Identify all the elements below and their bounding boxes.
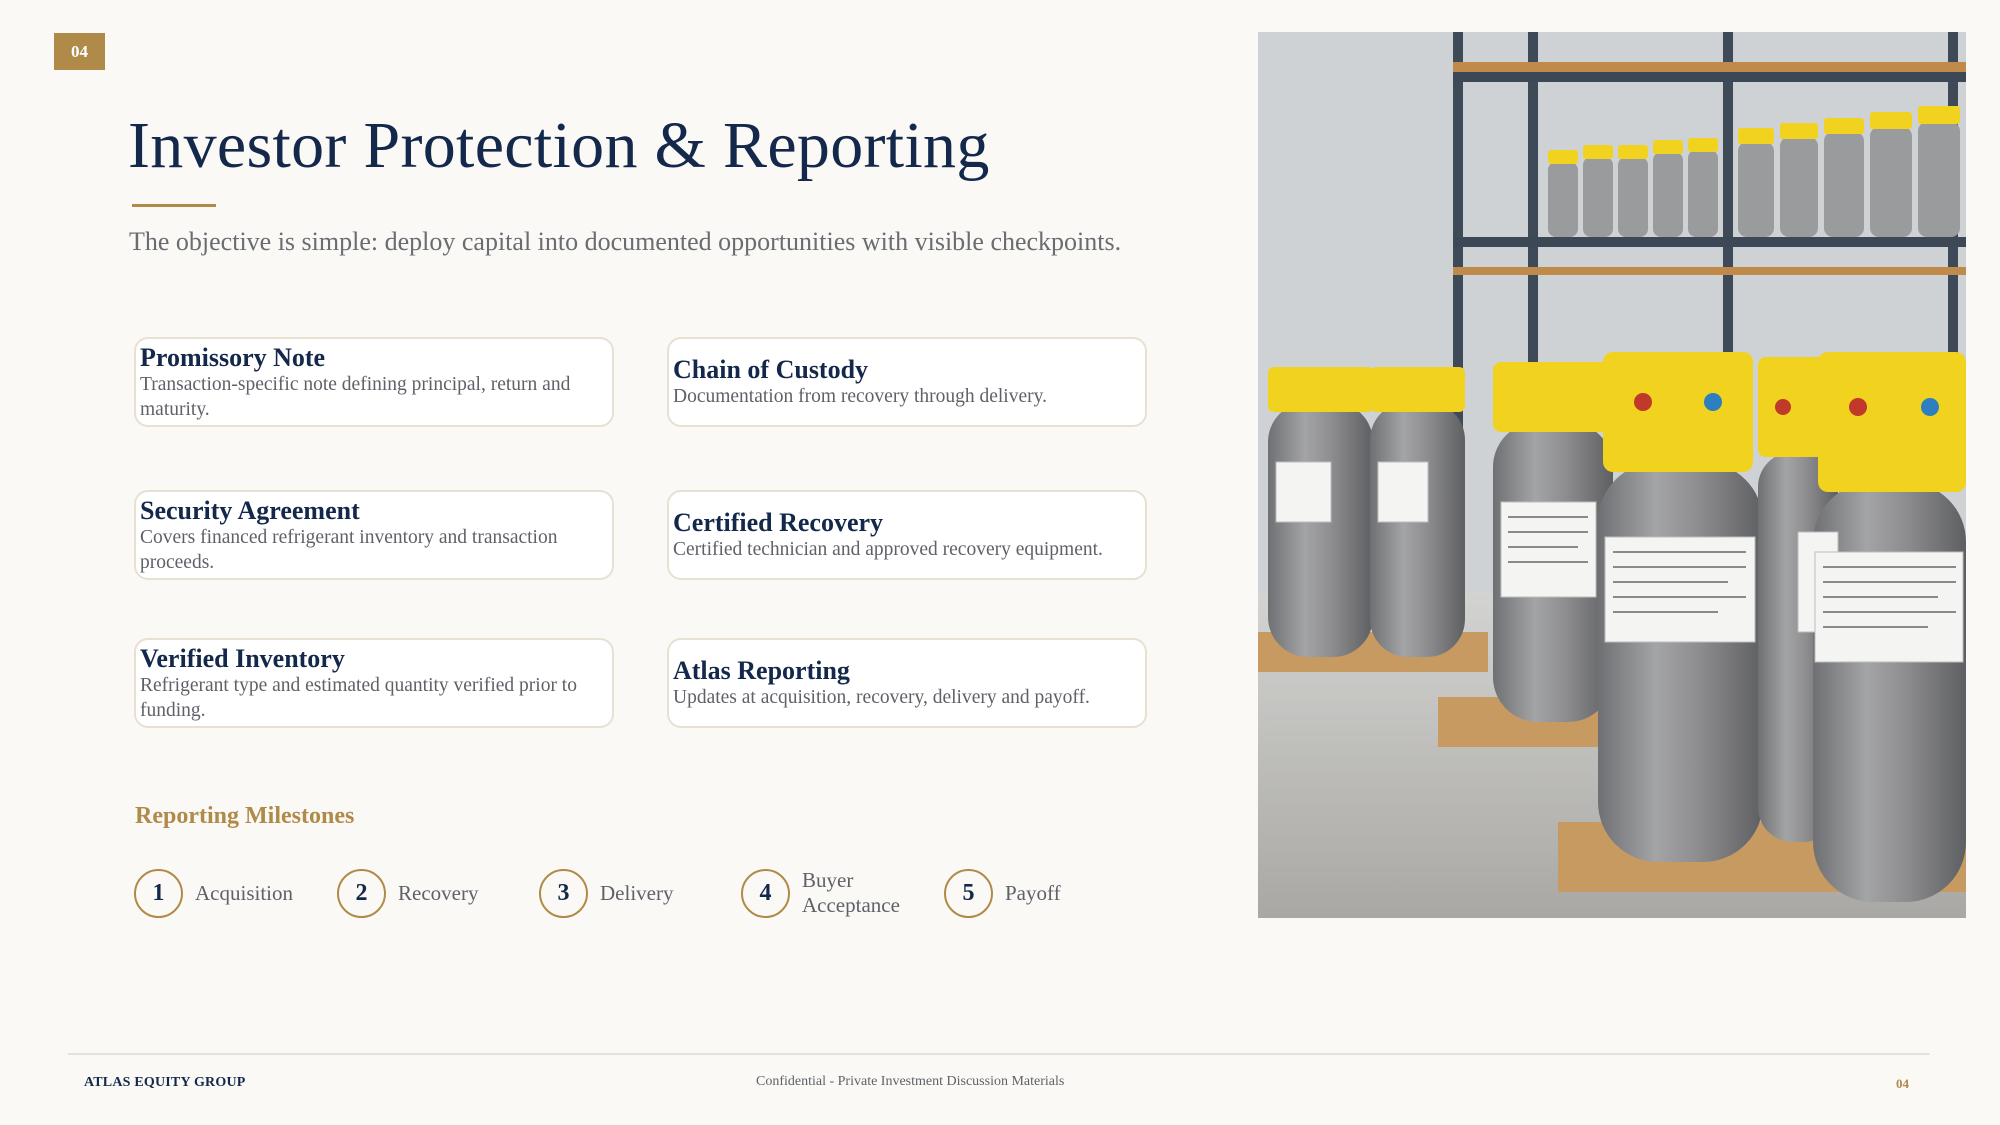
milestone-1: 1 Acquisition	[134, 867, 305, 919]
milestone-label: Acquisition	[195, 880, 293, 905]
warehouse-illustration	[1258, 32, 1966, 918]
card-title: Promissory Note	[140, 342, 326, 372]
milestone-label: Delivery	[600, 880, 674, 905]
milestone-5: 5 Payoff	[944, 867, 1115, 919]
card-promissory-note: Promissory Note Transaction-specific not…	[134, 337, 614, 427]
milestone-2: 2 Recovery	[337, 867, 508, 919]
card-title: Security Agreement	[140, 495, 360, 525]
milestone-number: 5	[944, 868, 993, 918]
card-description: Certified technician and approved recove…	[673, 539, 1103, 560]
milestone-label: Buyer Acceptance	[802, 868, 900, 917]
milestone-number: 2	[337, 868, 386, 918]
footer-page-number: 04	[1896, 1076, 1909, 1091]
milestone-number: 1	[134, 868, 183, 918]
footer-company-name: ATLAS EQUITY GROUP	[84, 1075, 246, 1090]
milestone-label: Payoff	[1005, 880, 1061, 905]
page-number-badge: 04	[54, 33, 105, 70]
title-underline	[132, 204, 216, 207]
milestones-heading: Reporting Milestones	[135, 803, 355, 829]
card-chain-of-custody: Chain of Custody Documentation from reco…	[667, 337, 1147, 427]
milestone-4: 4 Buyer Acceptance	[741, 867, 912, 919]
card-description: Covers financed refrigerant inventory an…	[140, 526, 558, 573]
card-description: Refrigerant type and estimated quantity …	[140, 674, 577, 721]
footer-confidentiality-note: Confidential - Private Investment Discus…	[756, 1074, 1065, 1089]
milestone-number: 4	[741, 868, 790, 918]
card-title: Certified Recovery	[673, 508, 884, 537]
card-description: Transaction-specific note defining princ…	[140, 373, 571, 420]
card-atlas-reporting: Atlas Reporting Updates at acquisition, …	[667, 638, 1147, 728]
footer-divider	[68, 1053, 1930, 1055]
card-description: Documentation from recovery through deli…	[673, 386, 1047, 407]
milestone-label: Recovery	[398, 880, 479, 905]
milestone-number: 3	[539, 868, 588, 918]
card-verified-inventory: Verified Inventory Refrigerant type and …	[134, 638, 614, 728]
milestone-3: 3 Delivery	[539, 867, 710, 919]
card-title: Atlas Reporting	[673, 656, 850, 685]
card-certified-recovery: Certified Recovery Certified technician …	[667, 490, 1147, 580]
card-title: Verified Inventory	[140, 643, 345, 673]
page-subtitle: The objective is simple: deploy capital …	[129, 227, 1122, 256]
card-title: Chain of Custody	[673, 355, 869, 384]
card-security-agreement: Security Agreement Covers financed refri…	[134, 490, 614, 580]
card-description: Updates at acquisition, recovery, delive…	[673, 687, 1090, 708]
page-title: Investor Protection & Reporting	[128, 109, 990, 182]
refrigerant-cylinders-photo	[1258, 32, 1966, 918]
